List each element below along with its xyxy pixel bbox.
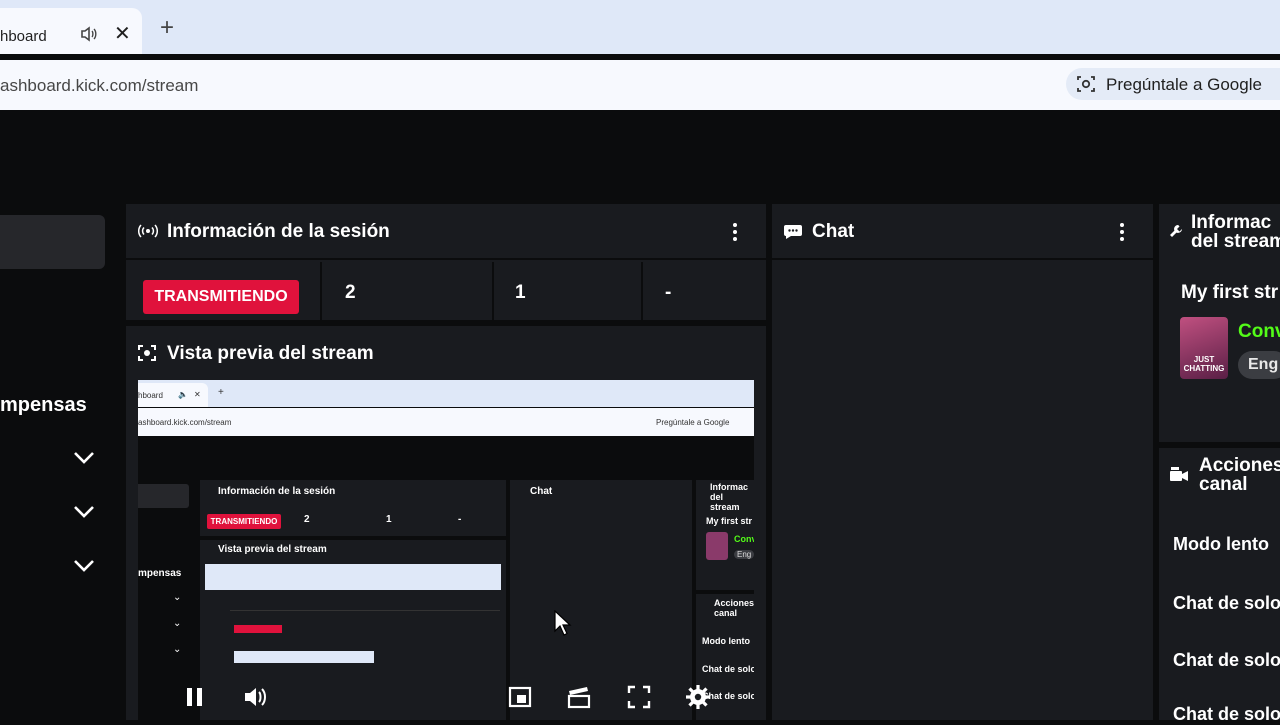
tab-title: hboard [0, 28, 47, 45]
category-thumbnail[interactable]: JUST CHATTING [1180, 317, 1228, 379]
chevron-down-icon[interactable] [72, 505, 96, 519]
mouse-cursor-icon [554, 610, 572, 636]
chevron-down-icon[interactable] [72, 451, 96, 465]
divider [320, 262, 322, 324]
divider [641, 262, 643, 324]
preview-session-panel: Información de la sesión TRANSMITIENDO 2… [200, 480, 506, 536]
preview-stat: 2 [304, 514, 310, 525]
preview-action-item: Modo lento [702, 636, 750, 646]
stream-info-panel: Informac del stream My first str JUST CH… [1159, 204, 1280, 442]
preview-ask-google: Pregúntale a Google [656, 418, 730, 427]
preview-nested-dashboard [230, 610, 500, 720]
panel-title: Información de la sesión [167, 221, 390, 242]
screen-capture-icon [138, 345, 156, 361]
ask-google-button[interactable]: Pregúntale a Google [1066, 68, 1280, 100]
preview-tab-title: hboard [138, 391, 163, 400]
more-options-icon[interactable] [1120, 223, 1124, 241]
session-stat-value: - [665, 282, 672, 303]
speaker-icon: 🔈 [178, 390, 188, 399]
chevron-down-icon[interactable] [72, 559, 96, 573]
preview-action-item: Chat de solo [702, 664, 754, 674]
preview-panel-title: Vista previa del stream [218, 544, 327, 555]
sidebar-section-label[interactable]: mpensas [0, 394, 87, 417]
divider [492, 262, 494, 324]
ask-google-label: Pregúntale a Google [1106, 75, 1262, 94]
action-chat-mode[interactable]: Chat de solo [1173, 650, 1280, 671]
address-bar[interactable]: ashboard.kick.com/stream Pregúntale a Go… [0, 60, 1280, 110]
action-chat-mode[interactable]: Chat de solo [1173, 704, 1280, 725]
preview-stat: 1 [386, 514, 392, 525]
preview-nested-badge [234, 625, 282, 633]
more-options-icon[interactable] [733, 223, 737, 241]
speaker-icon[interactable] [80, 25, 98, 43]
session-info-panel: Información de la sesión TRANSMITIENDO 2… [126, 204, 766, 324]
language-chip: Eng [1238, 351, 1280, 379]
preview-stream-info-panel: Informac del stream My first str Conv En… [696, 480, 754, 590]
fullscreen-icon[interactable] [626, 684, 652, 710]
picture-in-picture-icon[interactable] [507, 684, 533, 710]
panel-title: Acciones [1199, 455, 1280, 476]
live-status-badge: TRANSMITIENDO [143, 280, 299, 314]
preview-tab: hboard 🔈 ✕ [138, 383, 208, 407]
preview-panel-title: Chat [530, 486, 553, 497]
browser-tab-strip: hboard ✕ + [0, 0, 1280, 54]
close-tab-icon: ✕ [194, 390, 201, 399]
settings-gear-icon[interactable] [685, 684, 711, 710]
preview-panel-title: Información de la sesión [218, 486, 336, 497]
chevron-down-icon: ⌄ [173, 618, 182, 629]
preview-panel-title: Informac del stream [710, 482, 749, 512]
preview-sidebar-item [138, 484, 189, 508]
chat-panel: Chat [772, 204, 1153, 720]
preview-category: Conv [734, 534, 754, 544]
dashboard-page: mpensas Información de la sesión TRANSMI… [0, 118, 1280, 724]
preview-sidebar-label: mpensas [138, 568, 182, 579]
preview-stat: - [458, 514, 462, 525]
new-tab-icon: + [218, 387, 224, 398]
preview-url: ashboard.kick.com/stream [138, 418, 232, 427]
panel-title: canal [1199, 474, 1248, 495]
wrench-icon [1170, 225, 1182, 237]
sidebar-item-active[interactable] [0, 215, 105, 269]
preview-address-bar: ashboard.kick.com/stream Pregúntale a Go… [138, 408, 754, 436]
theater-mode-icon[interactable] [566, 684, 592, 710]
stream-preview-video[interactable]: hboard 🔈 ✕ + ashboard.kick.com/stream Pr… [138, 380, 754, 720]
camera-icon [1170, 467, 1188, 481]
session-stat-value: 1 [515, 282, 526, 303]
new-tab-icon[interactable]: + [160, 16, 174, 40]
url-text[interactable]: ashboard.kick.com/stream [0, 76, 198, 96]
preview-nested-browser [234, 651, 374, 663]
panel-title: Vista previa del stream [167, 343, 374, 364]
session-stat-value: 2 [345, 282, 356, 303]
divider [126, 258, 766, 260]
category-thumbnail [706, 532, 728, 560]
broadcast-icon [138, 224, 158, 238]
panel-title: Informac [1191, 212, 1272, 233]
divider [772, 258, 1153, 260]
close-tab-icon[interactable]: ✕ [114, 24, 131, 44]
stream-title: My first str [1181, 282, 1279, 303]
channel-actions-panel: Acciones canal Modo lento Chat de solo C… [1159, 448, 1280, 724]
chat-bubble-icon [784, 225, 802, 239]
action-slow-mode[interactable]: Modo lento [1173, 534, 1269, 555]
volume-icon[interactable] [242, 684, 268, 710]
panel-title: del stream [1191, 231, 1280, 252]
preview-chat-panel: Chat [510, 480, 692, 720]
chevron-down-icon: ⌄ [173, 592, 182, 603]
preview-stream-title: My first str [706, 516, 753, 526]
preview-panel-title: Acciones canal [714, 598, 754, 618]
lens-icon [1077, 76, 1095, 92]
browser-tab[interactable]: hboard ✕ [0, 8, 142, 54]
preview-live-badge: TRANSMITIENDO [207, 514, 281, 529]
panel-title: Chat [812, 221, 855, 242]
thumbnail-label: JUST CHATTING [1183, 355, 1225, 373]
preview-tab-strip: hboard 🔈 ✕ + [138, 380, 754, 407]
category-link[interactable]: Conv [1238, 321, 1280, 343]
pause-icon[interactable] [182, 684, 208, 710]
action-chat-mode[interactable]: Chat de solo [1173, 593, 1280, 614]
chevron-down-icon: ⌄ [173, 644, 182, 655]
preview-language-chip: Eng [734, 550, 754, 559]
preview-nested-browser [205, 564, 501, 590]
